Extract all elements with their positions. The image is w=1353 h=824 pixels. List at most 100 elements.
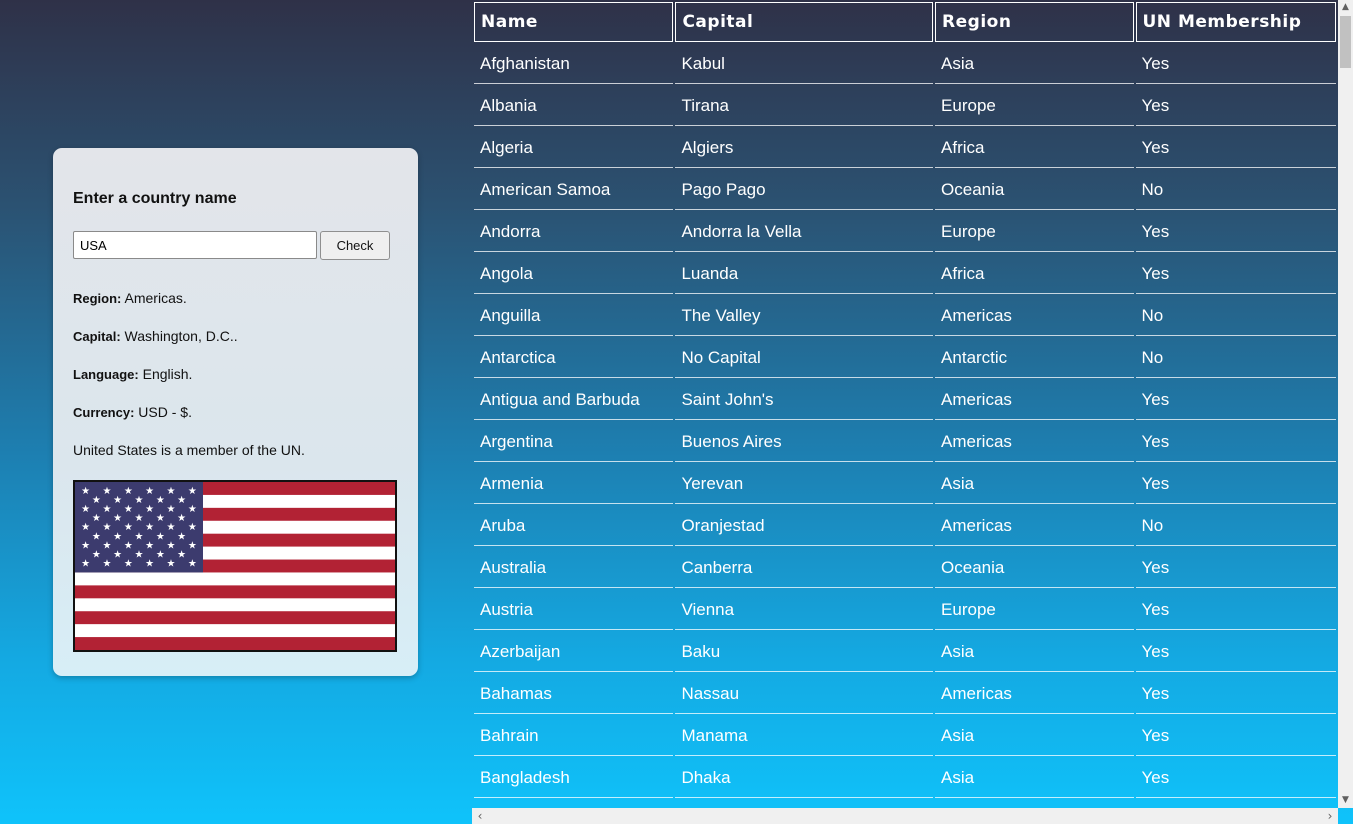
horizontal-scrollbar[interactable]: ‹ › — [472, 808, 1338, 824]
svg-text:★: ★ — [113, 531, 122, 542]
table-row[interactable]: Algeria Algiers Africa Yes — [474, 128, 1336, 168]
svg-text:★: ★ — [167, 522, 176, 533]
svg-text:★: ★ — [188, 522, 197, 533]
svg-text:★: ★ — [167, 540, 176, 551]
cell-name: Australia — [474, 548, 674, 588]
svg-text:★: ★ — [124, 504, 133, 515]
svg-text:★: ★ — [113, 513, 122, 524]
table-row[interactable]: Bahamas Nassau Americas Yes — [474, 674, 1336, 714]
cell-name: Antigua and Barbuda — [474, 380, 674, 420]
svg-text:★: ★ — [145, 522, 154, 533]
cell-un-membership: Yes — [1135, 422, 1336, 462]
cell-capital: Nassau — [675, 674, 934, 714]
table-row[interactable]: Angola Luanda Africa Yes — [474, 254, 1336, 294]
table-row[interactable]: Armenia Yerevan Asia Yes — [474, 464, 1336, 504]
svg-text:★: ★ — [177, 513, 186, 524]
countries-table-container[interactable]: Name Capital Region UN Membership Afghan… — [472, 0, 1338, 808]
svg-text:★: ★ — [135, 549, 144, 560]
header-capital[interactable]: Capital — [675, 2, 934, 42]
cell-name: Albania — [474, 86, 674, 126]
svg-text:★: ★ — [177, 549, 186, 560]
svg-text:★: ★ — [81, 486, 90, 497]
cell-name: Angola — [474, 254, 674, 294]
region-label: Region: — [73, 291, 122, 306]
cell-un-membership: Yes — [1135, 758, 1336, 798]
cell-name: Bahrain — [474, 716, 674, 756]
svg-text:★: ★ — [103, 522, 112, 533]
header-un-membership[interactable]: UN Membership — [1135, 2, 1336, 42]
cell-un-membership: Yes — [1135, 464, 1336, 504]
cell-name: Argentina — [474, 422, 674, 462]
cell-region: Oceania — [935, 170, 1134, 210]
svg-text:★: ★ — [81, 504, 90, 515]
svg-text:★: ★ — [145, 558, 154, 569]
svg-text:★: ★ — [113, 495, 122, 506]
table-row[interactable]: Afghanistan Kabul Asia Yes — [474, 44, 1336, 84]
svg-text:★: ★ — [81, 540, 90, 551]
cell-name: Bangladesh — [474, 758, 674, 798]
table-row[interactable]: Albania Tirana Europe Yes — [474, 86, 1336, 126]
svg-text:★: ★ — [103, 540, 112, 551]
cell-un-membership: No — [1135, 506, 1336, 546]
svg-text:★: ★ — [145, 486, 154, 497]
language-value: English. — [138, 366, 193, 382]
cell-region: Americas — [935, 380, 1134, 420]
svg-text:★: ★ — [188, 486, 197, 497]
country-name-input[interactable] — [73, 231, 317, 259]
table-row[interactable]: Antigua and Barbuda Saint John's Americas Y… — [474, 380, 1336, 420]
capital-value: Washington, D.C.. — [120, 328, 238, 344]
scroll-down-icon[interactable]: ▼ — [1338, 793, 1353, 808]
table-row[interactable]: Anguilla The Valley Americas No — [474, 296, 1336, 336]
table-row[interactable]: Austria Vienna Europe Yes — [474, 590, 1336, 630]
cell-region: Americas — [935, 422, 1134, 462]
country-lookup-card: Enter a country name Check Region: Ameri… — [53, 148, 418, 676]
lookup-title: Enter a country name — [73, 190, 237, 207]
cell-region: Europe — [935, 590, 1134, 630]
cell-capital: Pago Pago — [675, 170, 934, 210]
scroll-up-icon[interactable]: ▲ — [1338, 0, 1353, 15]
cell-region: Americas — [935, 674, 1134, 714]
header-name[interactable]: Name — [474, 2, 674, 42]
svg-text:★: ★ — [103, 486, 112, 497]
cell-region: Asia — [935, 632, 1134, 672]
cell-capital: Kabul — [675, 44, 934, 84]
table-row[interactable]: Bangladesh Dhaka Asia Yes — [474, 758, 1336, 798]
cell-name: Afghanistan — [474, 44, 674, 84]
svg-text:★: ★ — [135, 513, 144, 524]
table-row[interactable]: Aruba Oranjestad Americas No — [474, 506, 1336, 546]
cell-region: Oceania — [935, 548, 1134, 588]
scroll-left-icon[interactable]: ‹ — [472, 808, 488, 824]
cell-name: Andorra — [474, 212, 674, 252]
cell-un-membership: Yes — [1135, 716, 1336, 756]
table-row[interactable]: Antarctica No Capital Antarctic No — [474, 338, 1336, 378]
header-region[interactable]: Region — [935, 2, 1134, 42]
table-row[interactable]: Australia Canberra Oceania Yes — [474, 548, 1336, 588]
countries-table: Name Capital Region UN Membership Afghan… — [472, 0, 1338, 800]
svg-text:★: ★ — [167, 558, 176, 569]
scroll-right-icon[interactable]: › — [1322, 808, 1338, 824]
scrollbar-thumb[interactable] — [1340, 16, 1351, 68]
cell-region: Africa — [935, 254, 1134, 294]
table-row[interactable]: Andorra Andorra la Vella Europe Yes — [474, 212, 1336, 252]
table-row[interactable]: American Samoa Pago Pago Oceania No — [474, 170, 1336, 210]
vertical-scrollbar[interactable]: ▲ ▼ — [1338, 0, 1353, 808]
table-row[interactable]: Azerbaijan Baku Asia Yes — [474, 632, 1336, 672]
cell-name: Armenia — [474, 464, 674, 504]
currency-value: USD - $. — [134, 404, 192, 420]
check-button[interactable]: Check — [320, 231, 390, 260]
svg-text:★: ★ — [124, 558, 133, 569]
svg-text:★: ★ — [167, 504, 176, 515]
cell-un-membership: Yes — [1135, 590, 1336, 630]
table-row[interactable]: Bahrain Manama Asia Yes — [474, 716, 1336, 756]
svg-text:★: ★ — [103, 504, 112, 515]
cell-un-membership: Yes — [1135, 254, 1336, 294]
cell-region: Europe — [935, 86, 1134, 126]
table-row[interactable]: Argentina Buenos Aires Americas Yes — [474, 422, 1336, 462]
cell-region: Asia — [935, 716, 1134, 756]
cell-capital: Tirana — [675, 86, 934, 126]
us-flag-icon: ★ ★ ★ ★ ★ ★ ★ ★ ★ ★ ★ ★ ★ ★ ★ ★ ★ ★ ★ ★ ★ ★ ★ ★ ★ ★ ★ ★ ★ ★ ★ ★ ★ ★ ★ ★ ★ ★ ★ ★… — [73, 480, 397, 652]
table-header-row: Name Capital Region UN Membership — [474, 2, 1336, 42]
cell-name: Anguilla — [474, 296, 674, 336]
svg-text:★: ★ — [188, 504, 197, 515]
cell-un-membership: Yes — [1135, 212, 1336, 252]
